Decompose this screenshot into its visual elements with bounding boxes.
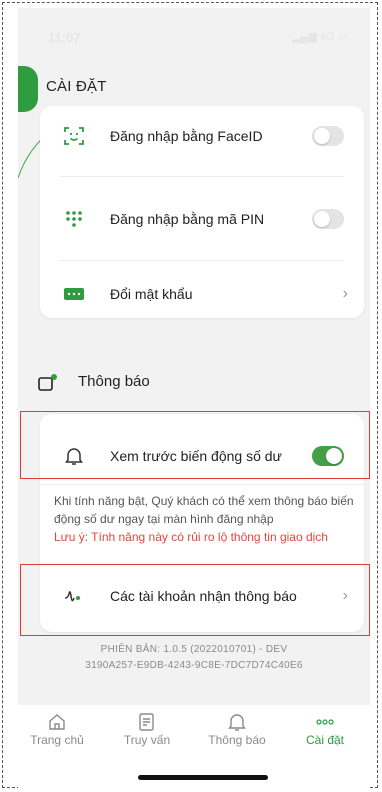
chevron-right-icon: › bbox=[342, 285, 348, 302]
network-label: 4G bbox=[319, 31, 335, 43]
change-password-label: Đổi mật khẩu bbox=[110, 286, 193, 302]
description-text: Khi tính năng bật, Quý khách có thể xem … bbox=[54, 494, 354, 526]
notification-section-title: Thông báo bbox=[78, 373, 150, 390]
password-icon bbox=[62, 282, 86, 306]
tab-inquiry[interactable]: Truy vấn bbox=[112, 711, 182, 747]
home-icon bbox=[22, 711, 92, 733]
security-card: Đăng nhập bằng FaceID Đăng nhập bằng mã … bbox=[40, 106, 364, 318]
phone-screen: 11:07 ▂▄▆ 4G ▭ CÀI ĐẶT Đăng nhập bằng Fa… bbox=[18, 8, 370, 788]
divider bbox=[60, 176, 344, 177]
faceid-row[interactable]: Đăng nhập bằng FaceID bbox=[40, 116, 364, 156]
device-id: 3190A257-E9DB-4243-9C8E-7DC7D74C40E6 bbox=[85, 660, 303, 671]
more-dots-icon bbox=[290, 711, 360, 733]
bell-icon bbox=[202, 711, 272, 733]
highlight-box-accounts bbox=[20, 564, 370, 636]
status-signal: ▂▄▆ 4G ▭ bbox=[292, 30, 348, 43]
divider bbox=[40, 484, 364, 485]
tab-notifications[interactable]: Thông báo bbox=[202, 711, 272, 747]
pin-toggle[interactable] bbox=[312, 209, 344, 229]
status-time: 11:07 bbox=[48, 30, 81, 45]
tab-inquiry-label: Truy vấn bbox=[123, 733, 171, 747]
notification-section-icon bbox=[38, 374, 58, 397]
bottom-tab-bar: Trang chủ Truy vấn Thông báo Cài đặt bbox=[18, 705, 370, 788]
page-title: CÀI ĐẶT bbox=[46, 78, 107, 95]
tab-notifications-label: Thông báo bbox=[208, 733, 266, 747]
signal-icon: ▂▄▆ bbox=[292, 31, 317, 43]
warning-text: Lưu ý: Tính năng này có rủi ro lộ thông … bbox=[54, 530, 328, 544]
divider bbox=[60, 260, 344, 261]
tab-home-label: Trang chủ bbox=[30, 733, 84, 747]
faceid-toggle[interactable] bbox=[312, 126, 344, 146]
battery-icon: ▭ bbox=[337, 31, 348, 43]
pin-label: Đăng nhập bằng mã PIN bbox=[110, 211, 265, 227]
pin-row[interactable]: Đăng nhập bằng mã PIN bbox=[40, 199, 364, 239]
faceid-icon bbox=[62, 124, 86, 148]
change-password-row[interactable]: Đổi mật khẩu › bbox=[40, 274, 364, 314]
status-bar: 11:07 ▂▄▆ 4G ▭ bbox=[18, 8, 370, 64]
faceid-label: Đăng nhập bằng FaceID bbox=[110, 128, 263, 144]
home-indicator bbox=[138, 775, 268, 780]
tab-settings-label: Cài đặt bbox=[305, 733, 345, 747]
version-line: PHIÊN BẢN: 1.0.5 (20220107​01) - DEV bbox=[100, 644, 288, 655]
header-accent bbox=[18, 66, 38, 112]
feature-description: Khi tính năng bật, Quý khách có thể xem … bbox=[54, 492, 354, 546]
tab-home[interactable]: Trang chủ bbox=[22, 711, 92, 747]
highlight-box-preview bbox=[20, 411, 370, 479]
inquiry-icon bbox=[112, 711, 182, 733]
pin-keypad-icon bbox=[62, 207, 86, 231]
tab-settings[interactable]: Cài đặt bbox=[290, 711, 360, 747]
